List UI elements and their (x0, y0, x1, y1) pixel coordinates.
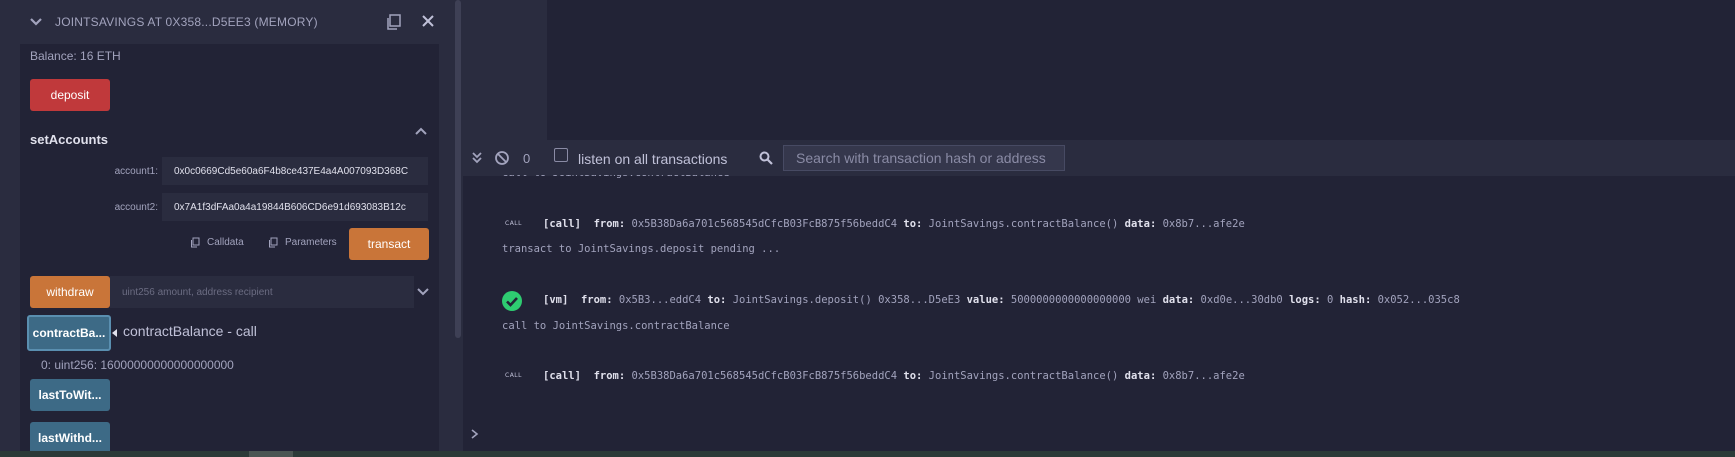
search-icon (759, 151, 773, 165)
close-icon[interactable] (421, 14, 435, 28)
contractbalance-tooltip: contractBalance - call (123, 323, 257, 339)
withdraw-button[interactable]: withdraw (30, 276, 110, 308)
success-check-icon (502, 291, 522, 311)
copy-icon (269, 237, 278, 248)
log-value: JointSavings.deposit() 0x358...D5eE3 (732, 294, 961, 306)
lastwithdraw-button[interactable]: lastWithd... (30, 422, 110, 454)
call-badge: CALL (505, 220, 522, 227)
calldata-label: Calldata (207, 237, 244, 248)
contract-balance-text: Balance: 16 ETH (30, 49, 121, 63)
log-entry-call[interactable]: [call] from: 0x5B38Da6a701c568545dCfcB03… (543, 370, 1245, 382)
call-badge: CALL (505, 372, 522, 379)
log-line: transact to JointSavings.deposit pending… (502, 243, 781, 255)
contract-instance-title: JOINTSAVINGS AT 0X358...D5EE3 (MEMORY) (55, 15, 318, 29)
listen-all-label[interactable]: listen on all transactions (578, 151, 727, 167)
log-key: to: (903, 370, 923, 382)
log-key: to: (903, 218, 923, 230)
log-value: 0x5B38Da6a701c568545dCfcB03FcB875f56bedd… (631, 218, 898, 230)
tx-search-input[interactable]: Search with transaction hash or address (783, 145, 1065, 171)
log-key: to: (707, 294, 727, 306)
account2-input[interactable]: 0x7A1f3dFAa0a4a19844B606CD6e91d693083B12… (162, 193, 428, 221)
account1-input[interactable]: 0x0c0669Cd5e60a6F4b8ce437E4a4A007093D368… (162, 157, 428, 185)
log-entry-vm[interactable]: [vm] from: 0x5B3...eddC4 to: JointSaving… (543, 294, 1460, 306)
log-value: JointSavings.contractBalance() (928, 370, 1119, 382)
transact-button[interactable]: transact (349, 228, 429, 260)
log-tag: [call] (543, 218, 581, 230)
chevron-down-icon[interactable] (28, 14, 44, 30)
terminal-prompt-icon[interactable] (470, 428, 480, 440)
double-chevron-down-icon[interactable] (470, 151, 484, 165)
pending-tx-count: 0 (523, 151, 531, 166)
left-panel-scrollbar-thumb[interactable] (455, 0, 461, 338)
log-value: 0 (1327, 294, 1334, 306)
log-key: hash: (1339, 294, 1372, 306)
listen-all-checkbox[interactable] (554, 148, 568, 162)
log-value: 5000000000000000000 wei (1010, 294, 1157, 306)
log-key: data: (1162, 294, 1195, 306)
log-value: 0x5B38Da6a701c568545dCfcB03FcB875f56bedd… (631, 370, 898, 382)
copy-icon (191, 237, 200, 248)
parameters-copy-button[interactable]: Parameters (268, 237, 337, 248)
log-value: 0x052...035c8 (1377, 294, 1460, 306)
editor-area[interactable] (547, 0, 1735, 140)
log-key: data: (1124, 218, 1157, 230)
setaccounts-title: setAccounts (30, 132, 109, 147)
horizontal-scrollbar-thumb[interactable] (249, 451, 293, 457)
log-tag: [vm] (543, 294, 569, 306)
parameters-label: Parameters (285, 237, 337, 248)
contractbalance-result: 0: uint256: 16000000000000000000 (41, 358, 234, 372)
clear-console-icon[interactable] (494, 150, 510, 166)
log-key: logs: (1289, 294, 1321, 306)
account2-label: account2: (114, 202, 158, 213)
chevron-down-icon[interactable] (416, 284, 430, 298)
lasttowithdraw-button[interactable]: lastToWit... (30, 379, 110, 411)
log-value: 0x5B3...eddC4 (618, 294, 702, 306)
calldata-copy-button[interactable]: Calldata (190, 237, 244, 248)
log-value: 0x8b7...afe2e (1162, 370, 1245, 382)
editor-gutter (463, 0, 547, 140)
tooltip-caret (112, 329, 117, 337)
chevron-up-icon[interactable] (414, 125, 428, 139)
account1-label: account1: (114, 166, 158, 177)
log-value: 0x8b7...afe2e (1162, 218, 1245, 230)
deposit-button[interactable]: deposit (30, 79, 110, 111)
log-line: call to JointSavings.contractBalance (502, 320, 730, 332)
contractbalance-button[interactable]: contractBa... (27, 315, 111, 351)
log-value: JointSavings.contractBalance() (928, 218, 1119, 230)
withdraw-params-input[interactable]: uint256 amount, address recipient (110, 276, 414, 308)
log-key: value: (966, 294, 1005, 306)
log-value: 0xd0e...30db0 (1200, 294, 1283, 306)
log-tag: [call] (543, 370, 581, 382)
log-key: from: (593, 218, 626, 230)
log-key: from: (593, 370, 626, 382)
copy-icon[interactable] (385, 13, 403, 31)
log-entry-call[interactable]: [call] from: 0x5B38Da6a701c568545dCfcB03… (543, 218, 1245, 230)
log-key: from: (580, 294, 613, 306)
log-key: data: (1124, 370, 1157, 382)
